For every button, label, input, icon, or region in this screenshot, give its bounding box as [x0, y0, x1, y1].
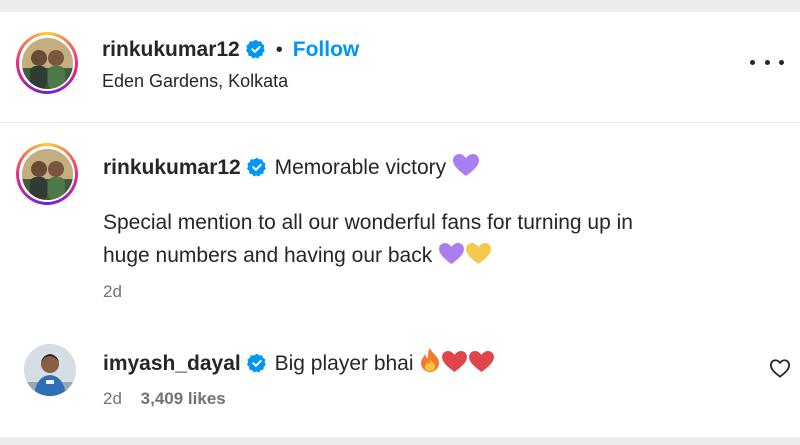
red-heart-emoji	[469, 350, 495, 373]
header-avatar[interactable]	[16, 32, 78, 94]
avatar-photo	[21, 148, 73, 200]
more-options-icon[interactable]	[750, 52, 784, 72]
comment-line: imyash_dayal Big player bhai	[103, 347, 495, 376]
avatar-photo	[21, 37, 73, 89]
caption-line-1: Memorable victory	[274, 156, 447, 179]
heart-outline-icon[interactable]	[769, 358, 791, 378]
post-header: rinkukumar12 • Follow Eden Gardens, Kolkat…	[0, 12, 800, 122]
comment-username[interactable]: imyash_dayal	[103, 352, 241, 375]
comment-likes[interactable]: 3,409 likes	[141, 389, 226, 408]
caption-third-line: huge numbers and having our back	[103, 242, 492, 268]
caption-line-3: huge numbers and having our back	[103, 244, 433, 267]
verified-badge-icon	[246, 353, 266, 373]
comment-avatar[interactable]	[24, 344, 76, 396]
comment-timestamp[interactable]: 2d	[103, 389, 122, 408]
yellow-heart-emoji	[466, 242, 492, 265]
caption-line-2: Special mention to all our wonderful fan…	[103, 211, 633, 234]
comment-text: Big player bhai	[274, 352, 414, 375]
post-location[interactable]: Eden Gardens, Kolkata	[102, 71, 288, 92]
verified-badge-icon	[245, 39, 265, 59]
bottom-edge-strip	[0, 437, 800, 445]
comment-meta: 2d 3,409 likes	[103, 389, 226, 409]
caption-first-line: rinkukumar12 Memorable victory	[103, 153, 480, 180]
caption-username[interactable]: rinkukumar12	[103, 156, 241, 179]
header-username[interactable]: rinkukumar12	[102, 38, 240, 61]
top-edge-strip	[0, 0, 800, 12]
purple-heart-emoji	[452, 154, 479, 176]
verified-badge-icon	[246, 157, 266, 177]
caption-avatar[interactable]	[16, 143, 78, 205]
purple-heart-emoji	[439, 242, 465, 265]
header-separator: •	[275, 39, 283, 61]
caption-timestamp[interactable]: 2d	[103, 282, 122, 302]
red-heart-emoji	[442, 350, 468, 373]
header-divider	[0, 122, 800, 123]
fire-emoji	[421, 348, 440, 372]
follow-button[interactable]: Follow	[293, 38, 360, 61]
